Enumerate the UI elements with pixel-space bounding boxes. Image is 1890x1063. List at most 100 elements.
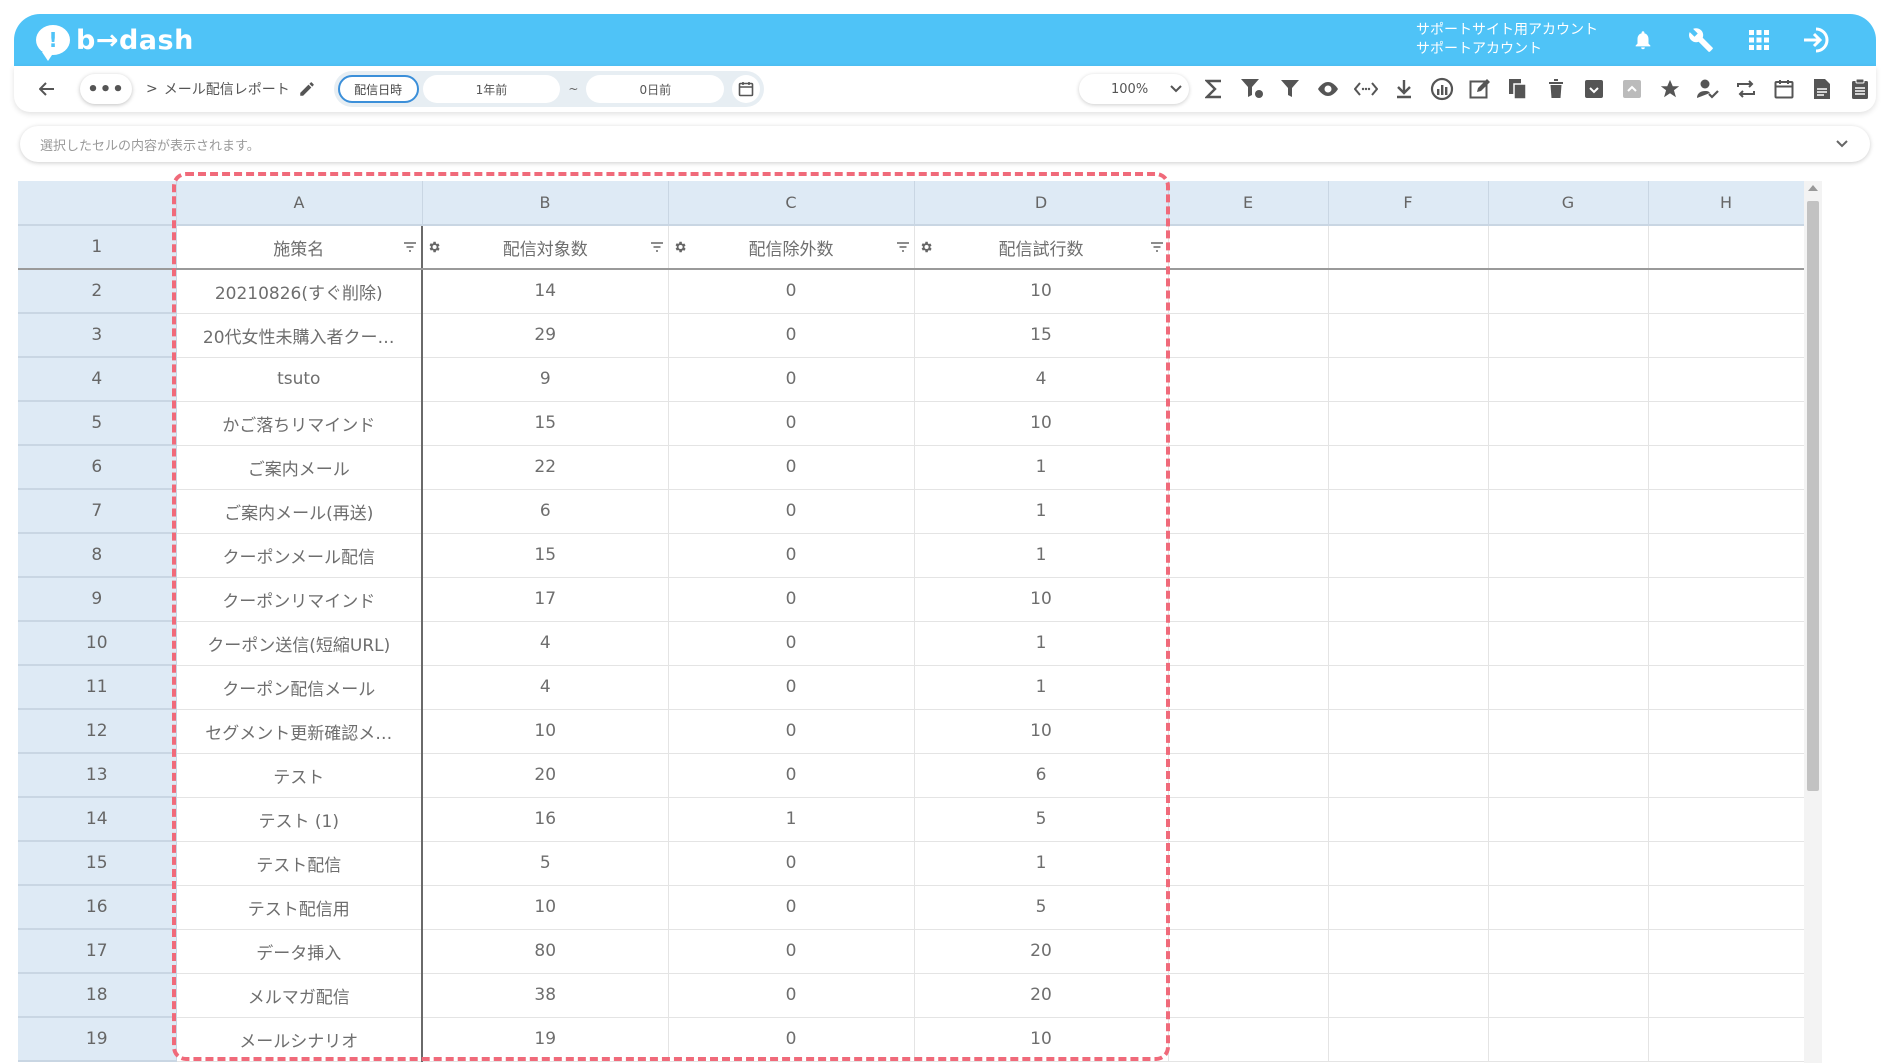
cell-attempt-count[interactable]: 1 bbox=[914, 489, 1169, 534]
row-number[interactable]: 7 bbox=[18, 489, 177, 534]
filter-icon[interactable] bbox=[1276, 74, 1304, 104]
grid-cell[interactable] bbox=[1168, 753, 1329, 798]
cell-target-count[interactable]: 15 bbox=[422, 401, 669, 446]
repeat-icon[interactable] bbox=[1732, 74, 1760, 104]
cell-campaign-name[interactable]: ご案内メール bbox=[176, 445, 423, 490]
cell-content-bar[interactable]: 選択したセルの内容が表示されます。 bbox=[20, 126, 1870, 162]
column-header-f[interactable]: F bbox=[1328, 181, 1489, 226]
row-number[interactable]: 13 bbox=[18, 753, 177, 798]
column-header-d[interactable]: D bbox=[914, 181, 1169, 226]
grid-cell[interactable] bbox=[1648, 533, 1804, 578]
grid-cell[interactable] bbox=[1488, 489, 1649, 534]
cell-target-count[interactable]: 22 bbox=[422, 445, 669, 490]
grid-cell[interactable] bbox=[1328, 665, 1489, 710]
cell-excluded-count[interactable]: 0 bbox=[668, 885, 915, 930]
cell-attempt-count[interactable]: 6 bbox=[914, 753, 1169, 798]
grid-cell[interactable] bbox=[1648, 225, 1804, 270]
column-header-g[interactable]: G bbox=[1488, 181, 1649, 226]
cell-excluded-count[interactable]: 0 bbox=[668, 841, 915, 886]
cell-attempt-count[interactable]: 1 bbox=[914, 665, 1169, 710]
cell-campaign-name[interactable]: セグメント更新確認メ… bbox=[176, 709, 423, 754]
wrench-icon[interactable] bbox=[1686, 25, 1716, 55]
cell-target-count[interactable]: 80 bbox=[422, 929, 669, 974]
row-number[interactable]: 19 bbox=[18, 1017, 177, 1062]
grid-cell[interactable] bbox=[1488, 753, 1649, 798]
date-field-selector[interactable]: 配信日時 bbox=[337, 75, 419, 103]
grid-cell[interactable] bbox=[1648, 489, 1804, 534]
cell-excluded-count[interactable]: 0 bbox=[668, 753, 915, 798]
grid-cell[interactable] bbox=[1488, 1017, 1649, 1062]
grid-cell[interactable] bbox=[1168, 489, 1329, 534]
grid-cell[interactable] bbox=[1328, 1017, 1489, 1062]
cell-target-count[interactable]: 19 bbox=[422, 1017, 669, 1062]
column-filter-icon[interactable] bbox=[896, 242, 910, 252]
grid-cell[interactable] bbox=[1328, 753, 1489, 798]
gear-icon[interactable] bbox=[427, 240, 441, 254]
calendar-schedule-icon[interactable] bbox=[1770, 74, 1798, 104]
grid-cell[interactable] bbox=[1168, 621, 1329, 666]
grid-cell[interactable] bbox=[1168, 577, 1329, 622]
grid-cell[interactable] bbox=[1328, 313, 1489, 358]
cell-campaign-name[interactable]: ご案内メール(再送) bbox=[176, 489, 423, 534]
grid-cell[interactable] bbox=[1648, 973, 1804, 1018]
unarchive-icon[interactable] bbox=[1618, 74, 1646, 104]
copy-icon[interactable] bbox=[1504, 74, 1532, 104]
cell-target-count[interactable]: 17 bbox=[422, 577, 669, 622]
grid-cell[interactable] bbox=[1488, 973, 1649, 1018]
grid-cell[interactable] bbox=[1488, 709, 1649, 754]
cell-attempt-count[interactable]: 20 bbox=[914, 929, 1169, 974]
grid-cell[interactable] bbox=[1328, 489, 1489, 534]
grid-cell[interactable] bbox=[1168, 709, 1329, 754]
grid-cell[interactable] bbox=[1488, 885, 1649, 930]
grid-cell[interactable] bbox=[1648, 1017, 1804, 1062]
grid-cell[interactable] bbox=[1648, 577, 1804, 622]
grid-cell[interactable] bbox=[1648, 621, 1804, 666]
cell-excluded-count[interactable]: 0 bbox=[668, 357, 915, 402]
cell-campaign-name[interactable]: クーポン配信メール bbox=[176, 665, 423, 710]
grid-cell[interactable] bbox=[1488, 401, 1649, 446]
cell-target-count[interactable]: 15 bbox=[422, 533, 669, 578]
cell-target-count[interactable]: 20 bbox=[422, 753, 669, 798]
cell-target-count[interactable]: 10 bbox=[422, 885, 669, 930]
logout-icon[interactable] bbox=[1802, 25, 1832, 55]
grid-cell[interactable] bbox=[1648, 841, 1804, 886]
chart-circle-icon[interactable] bbox=[1428, 74, 1456, 104]
row-number[interactable]: 14 bbox=[18, 797, 177, 842]
grid-cell[interactable] bbox=[1488, 841, 1649, 886]
cell-campaign-name[interactable]: 20210826(すぐ削除) bbox=[176, 269, 423, 314]
column-filter-icon[interactable] bbox=[650, 242, 664, 252]
cell-campaign-name[interactable]: テスト配信用 bbox=[176, 885, 423, 930]
row-number[interactable]: 1 bbox=[18, 225, 177, 270]
grid-cell[interactable] bbox=[1488, 577, 1649, 622]
scrollbar-thumb[interactable] bbox=[1807, 201, 1819, 791]
grid-cell[interactable] bbox=[1648, 753, 1804, 798]
cell-campaign-name[interactable]: テスト bbox=[176, 753, 423, 798]
column-filter-icon[interactable] bbox=[403, 242, 417, 252]
cell-target-count[interactable]: 9 bbox=[422, 357, 669, 402]
row-number[interactable]: 17 bbox=[18, 929, 177, 974]
cell-attempt-count[interactable]: 5 bbox=[914, 797, 1169, 842]
grid-cell[interactable] bbox=[1488, 313, 1649, 358]
grid-cell[interactable] bbox=[1168, 797, 1329, 842]
column-header-e[interactable]: E bbox=[1168, 181, 1329, 226]
column-header-c[interactable]: C bbox=[668, 181, 915, 226]
grid-cell[interactable] bbox=[1648, 929, 1804, 974]
archive-icon[interactable] bbox=[1580, 74, 1608, 104]
scroll-up-arrow-icon[interactable] bbox=[1808, 185, 1818, 191]
cell-target-count[interactable]: 4 bbox=[422, 621, 669, 666]
grid-cell[interactable] bbox=[1648, 269, 1804, 314]
cell-target-count[interactable]: 16 bbox=[422, 797, 669, 842]
row-number[interactable]: 5 bbox=[18, 401, 177, 446]
cell-target-count[interactable]: 4 bbox=[422, 665, 669, 710]
back-arrow-icon[interactable] bbox=[32, 74, 62, 104]
cell-excluded-count[interactable]: 0 bbox=[668, 489, 915, 534]
cell-campaign-name[interactable]: tsuto bbox=[176, 357, 423, 402]
cell-target-count[interactable]: 10 bbox=[422, 709, 669, 754]
account-info[interactable]: サポートサイト用アカウント サポートアカウント bbox=[1416, 21, 1598, 59]
cell-attempt-count[interactable]: 1 bbox=[914, 621, 1169, 666]
cell-campaign-name[interactable]: データ挿入 bbox=[176, 929, 423, 974]
column-header-h[interactable]: H bbox=[1648, 181, 1804, 226]
cell-excluded-count[interactable]: 0 bbox=[668, 1017, 915, 1062]
cell-excluded-count[interactable]: 0 bbox=[668, 313, 915, 358]
row-number[interactable]: 2 bbox=[18, 269, 177, 314]
